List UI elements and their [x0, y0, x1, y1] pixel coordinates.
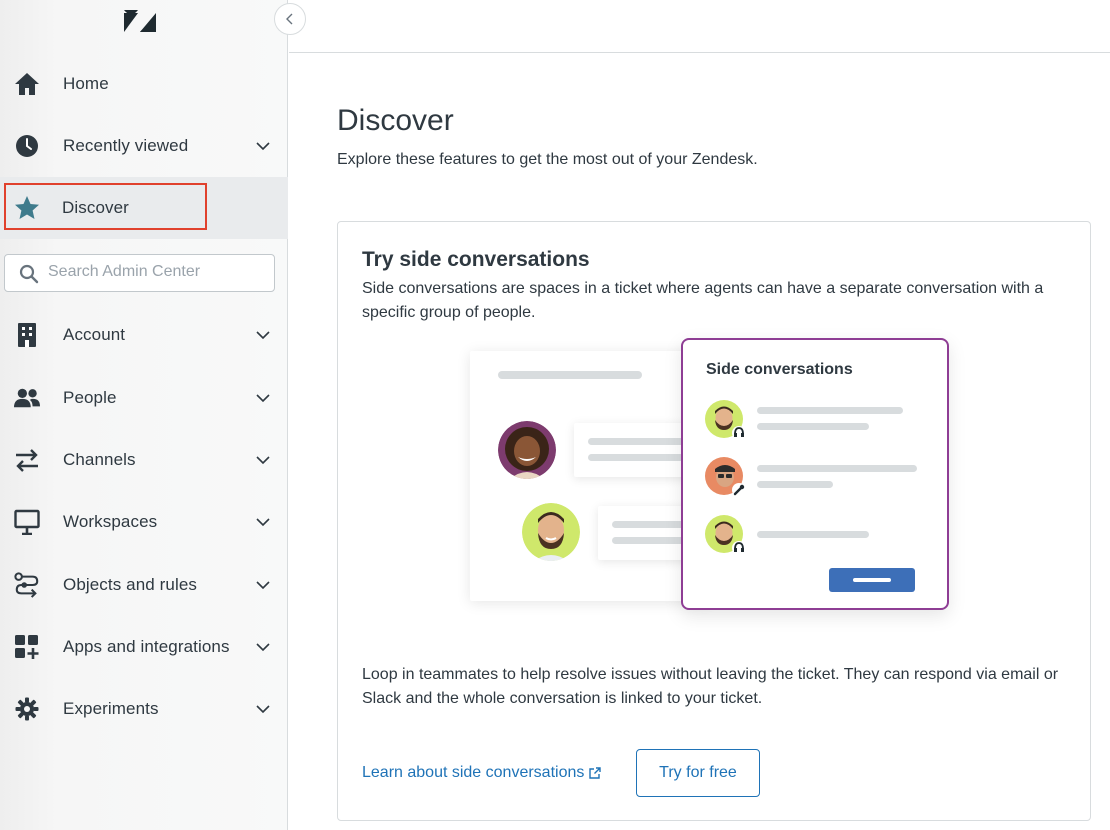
search-icon — [19, 264, 39, 284]
page-subtitle: Explore these features to get the most o… — [337, 151, 758, 168]
placeholder-line — [757, 531, 869, 538]
home-icon — [14, 71, 40, 97]
placeholder-line — [498, 371, 642, 379]
placeholder-line — [757, 465, 917, 472]
collapse-sidebar-button[interactable] — [274, 3, 306, 35]
arrows-icon — [14, 447, 40, 473]
learn-more-link[interactable]: Learn about side conversations — [362, 764, 602, 782]
sidebar-item-label: Objects and rules — [63, 575, 197, 594]
chevron-down-icon[interactable] — [254, 326, 272, 344]
side-conversations-panel: Side conversations — [681, 338, 949, 610]
sidebar-item-channels[interactable]: Channels — [0, 429, 288, 491]
try-for-free-button[interactable]: Try for free — [636, 749, 760, 797]
avatar — [705, 515, 746, 555]
placeholder-line — [757, 407, 903, 414]
clock-icon — [14, 133, 40, 159]
panel-title: Side conversations — [706, 361, 853, 378]
card-description: Side conversations are spaces in a ticke… — [362, 280, 1044, 321]
search-field[interactable] — [4, 254, 275, 292]
apps-icon — [14, 634, 40, 660]
chevron-down-icon[interactable] — [254, 700, 272, 718]
sidebar-item-label: Recently viewed — [63, 136, 189, 155]
sidebar-item-label: Apps and integrations — [63, 637, 230, 656]
sidebar-item-label: Workspaces — [63, 512, 158, 531]
sidebar: Home Recently viewed Discover Account Pe… — [0, 0, 288, 830]
sidebar-item-home[interactable]: Home — [0, 53, 288, 115]
chevron-down-icon[interactable] — [254, 638, 272, 656]
chevron-down-icon[interactable] — [254, 576, 272, 594]
sidebar-item-label: People — [63, 388, 117, 407]
placeholder-line — [757, 423, 869, 430]
top-bar — [289, 0, 1110, 53]
sidebar-item-people[interactable]: People — [0, 367, 288, 429]
star-icon — [14, 195, 40, 221]
sidebar-item-experiments[interactable]: Experiments — [0, 678, 288, 740]
side-conversations-illustration: Side conversations — [468, 337, 958, 617]
card-description-secondary: Loop in teammates to help resolve issues… — [362, 666, 1059, 707]
avatar — [522, 503, 580, 561]
avatar — [705, 457, 746, 497]
building-icon — [14, 322, 40, 348]
feature-card: Try side conversations Side conversation… — [337, 221, 1091, 821]
sidebar-item-label: Home — [63, 74, 109, 93]
zendesk-logo[interactable] — [122, 8, 158, 36]
sidebar-item-discover[interactable]: Discover — [0, 177, 288, 239]
sidebar-item-recently-viewed[interactable]: Recently viewed — [0, 115, 288, 177]
chevron-down-icon[interactable] — [254, 389, 272, 407]
search-input[interactable] — [48, 263, 268, 281]
card-title: Try side conversations — [362, 248, 590, 271]
sidebar-item-account[interactable]: Account — [0, 304, 288, 366]
chevron-down-icon[interactable] — [254, 513, 272, 531]
sidebar-item-label: Experiments — [63, 699, 159, 718]
ticket-card-illustration — [470, 351, 710, 601]
sidebar-item-workspaces[interactable]: Workspaces — [0, 491, 288, 553]
page-title: Discover — [337, 104, 454, 137]
sidebar-item-label: Account — [63, 325, 126, 344]
sidebar-item-label: Discover — [62, 198, 129, 217]
objects-icon — [14, 572, 40, 598]
placeholder-line — [757, 481, 833, 488]
gear-icon — [14, 696, 40, 722]
sidebar-item-apps-and-integrations[interactable]: Apps and integrations — [0, 616, 288, 678]
chevron-left-icon — [286, 13, 293, 25]
sidebar-item-label: Channels — [63, 450, 136, 469]
chevron-down-icon[interactable] — [254, 137, 272, 155]
people-icon — [14, 385, 40, 411]
monitor-icon — [14, 509, 40, 535]
learn-more-label: Learn about side conversations — [362, 764, 585, 781]
chevron-down-icon[interactable] — [254, 451, 272, 469]
avatar — [705, 400, 746, 440]
panel-button-illustration — [829, 568, 915, 592]
avatar — [498, 421, 556, 479]
sidebar-item-objects-and-rules[interactable]: Objects and rules — [0, 554, 288, 616]
external-link-icon — [589, 767, 602, 779]
